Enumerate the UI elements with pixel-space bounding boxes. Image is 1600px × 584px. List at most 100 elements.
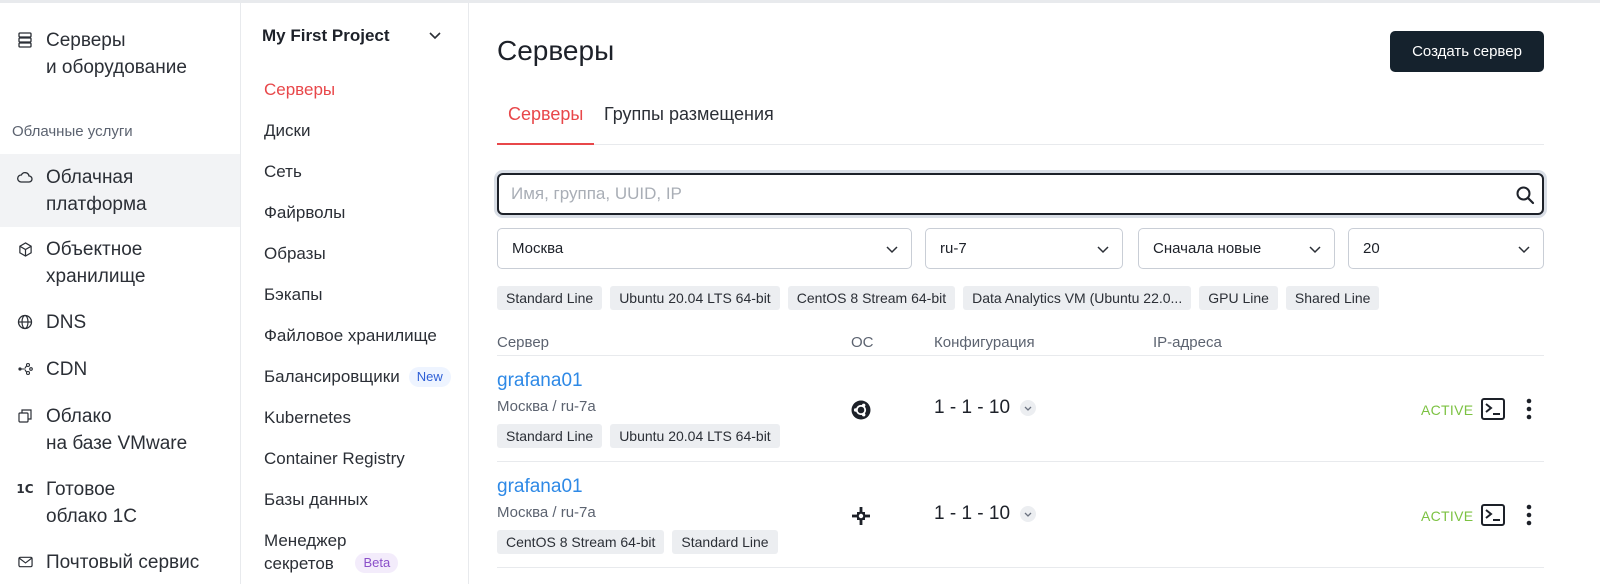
status-badge: ACTIVE bbox=[1421, 508, 1474, 524]
search-icon[interactable] bbox=[1515, 185, 1535, 205]
nav-item-label: Объектное хранилище bbox=[46, 239, 146, 287]
filter-tag[interactable]: Data Analytics VM (Ubuntu 22.0... bbox=[963, 286, 1192, 310]
project-item-backups[interactable]: Бэкапы bbox=[264, 283, 323, 306]
centos-icon bbox=[852, 507, 870, 525]
table-row: grafana01 Москва / ru-7a Standard Line U… bbox=[497, 356, 1544, 462]
server-name-link[interactable]: grafana01 bbox=[497, 370, 583, 392]
mail-icon bbox=[16, 553, 34, 571]
chevron-down-icon[interactable] bbox=[1020, 506, 1037, 522]
nav-item-label: DNS bbox=[46, 312, 87, 333]
nav-item-label: Почтовый сервис bbox=[46, 552, 200, 573]
nav-item-dns[interactable]: DNS bbox=[0, 309, 240, 336]
nav-item-mail-service[interactable]: Почтовый сервис bbox=[0, 549, 240, 576]
server-location: Москва / ru-7a bbox=[497, 504, 596, 521]
more-options-icon[interactable] bbox=[1524, 503, 1534, 527]
1c-icon: 1C bbox=[16, 482, 34, 496]
server-tags: Standard Line Ubuntu 20.04 LTS 64-bit bbox=[497, 424, 780, 448]
sort-select-value: Сначала новые bbox=[1153, 240, 1262, 257]
server-config[interactable]: 1 - 1 - 10 bbox=[934, 503, 1037, 525]
column-os: ОС bbox=[851, 334, 874, 351]
sort-select[interactable]: Сначала новые bbox=[1138, 228, 1335, 269]
chevron-down-icon bbox=[1309, 246, 1321, 254]
column-server: Сервер bbox=[497, 334, 550, 351]
globe-icon bbox=[16, 313, 34, 331]
cube-icon bbox=[16, 240, 34, 258]
project-switcher-title[interactable]: My First Project bbox=[262, 26, 390, 46]
project-item-databases[interactable]: Базы данных bbox=[264, 488, 368, 511]
project-item-load-balancers[interactable]: Балансировщики New bbox=[264, 365, 451, 388]
nav-item-cdn[interactable]: CDN bbox=[0, 356, 240, 383]
tab-servers[interactable]: Серверы bbox=[497, 104, 595, 145]
nav-item-object-storage[interactable]: Объектное хранилище bbox=[0, 236, 240, 290]
pool-select-value: ru-7 bbox=[940, 240, 967, 257]
pool-select[interactable]: ru-7 bbox=[925, 228, 1123, 269]
cdn-icon bbox=[16, 360, 34, 378]
filter-tag[interactable]: Shared Line bbox=[1285, 286, 1380, 310]
nav-item-label: Облако на базе VMware bbox=[46, 406, 188, 454]
region-select-value: Москва bbox=[512, 240, 564, 257]
server-config[interactable]: 1 - 1 - 10 bbox=[934, 397, 1037, 419]
server-icon bbox=[16, 31, 34, 49]
nav-item-label: CDN bbox=[46, 359, 88, 380]
filter-tag[interactable]: Ubuntu 20.04 LTS 64-bit bbox=[610, 286, 780, 310]
ubuntu-icon bbox=[851, 400, 871, 420]
project-item-kubernetes[interactable]: Kubernetes bbox=[264, 406, 351, 429]
column-ip: IP-адреса bbox=[1153, 334, 1222, 351]
table-header: Сервер ОС Конфигурация IP-адреса bbox=[497, 331, 1544, 356]
main-content: Серверы Создать сервер Серверы Группы ра… bbox=[497, 3, 1544, 584]
chevron-down-icon[interactable] bbox=[1020, 400, 1037, 416]
status-badge: ACTIVE bbox=[1421, 402, 1474, 418]
region-select[interactable]: Москва bbox=[497, 228, 912, 269]
server-tag: Standard Line bbox=[672, 530, 778, 554]
chevron-down-icon bbox=[1097, 246, 1109, 254]
project-item-images[interactable]: Образы bbox=[264, 242, 326, 265]
project-item-disks[interactable]: Диски bbox=[264, 119, 310, 142]
tab-bar: Серверы Группы размещения bbox=[497, 98, 1544, 145]
nav-item-vmware-cloud[interactable]: Облако на базе VMware bbox=[0, 403, 240, 457]
project-item-network[interactable]: Сеть bbox=[264, 160, 302, 183]
console-icon[interactable] bbox=[1481, 398, 1505, 420]
server-tag: Ubuntu 20.04 LTS 64-bit bbox=[610, 424, 780, 448]
page-size-select-value: 20 bbox=[1363, 240, 1380, 257]
filter-tag[interactable]: Standard Line bbox=[497, 286, 603, 310]
main-nav: Серверы и оборудование Облачные услуги О… bbox=[0, 3, 241, 584]
filter-tags: Standard Line Ubuntu 20.04 LTS 64-bit Ce… bbox=[497, 286, 1380, 310]
server-location: Москва / ru-7a bbox=[497, 398, 596, 415]
search-input[interactable] bbox=[511, 183, 1491, 205]
server-config-value: 1 - 1 - 10 bbox=[934, 503, 1011, 524]
server-tag: CentOS 8 Stream 64-bit bbox=[497, 530, 665, 554]
console-icon[interactable] bbox=[1481, 504, 1505, 526]
project-sidebar: My First Project Серверы Диски Сеть Файр… bbox=[241, 3, 469, 584]
filter-tag[interactable]: CentOS 8 Stream 64-bit bbox=[787, 286, 956, 310]
page-size-select[interactable]: 20 bbox=[1348, 228, 1544, 269]
nav-item-servers-hardware[interactable]: Серверы и оборудование bbox=[0, 27, 240, 81]
new-badge: New bbox=[408, 366, 451, 387]
filter-tag[interactable]: GPU Line bbox=[1199, 286, 1278, 310]
nav-item-label: Серверы и оборудование bbox=[46, 30, 187, 78]
server-name-link[interactable]: grafana01 bbox=[497, 476, 583, 498]
nav-item-cloud-platform[interactable]: Облачная платформа bbox=[0, 154, 240, 227]
create-server-button[interactable]: Создать сервер bbox=[1390, 31, 1544, 72]
server-tags: CentOS 8 Stream 64-bit Standard Line bbox=[497, 530, 778, 554]
more-options-icon[interactable] bbox=[1524, 397, 1534, 421]
nav-item-label: Готовое облако 1С bbox=[46, 479, 137, 527]
project-item-file-storage[interactable]: Файловое хранилище bbox=[264, 324, 437, 347]
table-row: grafana01 Москва / ru-7a CentOS 8 Stream… bbox=[497, 462, 1544, 568]
chevron-down-icon[interactable] bbox=[427, 27, 443, 43]
nav-item-label: Облачная платформа bbox=[46, 167, 147, 215]
project-item-firewalls[interactable]: Файрволы bbox=[264, 201, 345, 224]
chevron-down-icon bbox=[1518, 246, 1530, 254]
tab-placement-groups[interactable]: Группы размещения bbox=[604, 104, 774, 145]
beta-badge: Beta bbox=[355, 553, 399, 573]
project-item-secrets-manager[interactable]: Менеджер секретов Beta bbox=[264, 529, 399, 575]
nav-section-cloud-services: Облачные услуги bbox=[12, 123, 133, 140]
column-config: Конфигурация bbox=[934, 334, 1035, 351]
server-config-value: 1 - 1 - 10 bbox=[934, 397, 1011, 418]
nav-item-1c-cloud[interactable]: 1C Готовое облако 1С bbox=[0, 476, 240, 530]
server-tag: Standard Line bbox=[497, 424, 603, 448]
chevron-down-icon bbox=[886, 246, 898, 254]
project-item-servers[interactable]: Серверы bbox=[264, 78, 335, 101]
project-item-container-registry[interactable]: Container Registry bbox=[264, 447, 405, 470]
project-item-label: Менеджер секретов bbox=[264, 531, 347, 573]
search-box bbox=[497, 173, 1544, 215]
